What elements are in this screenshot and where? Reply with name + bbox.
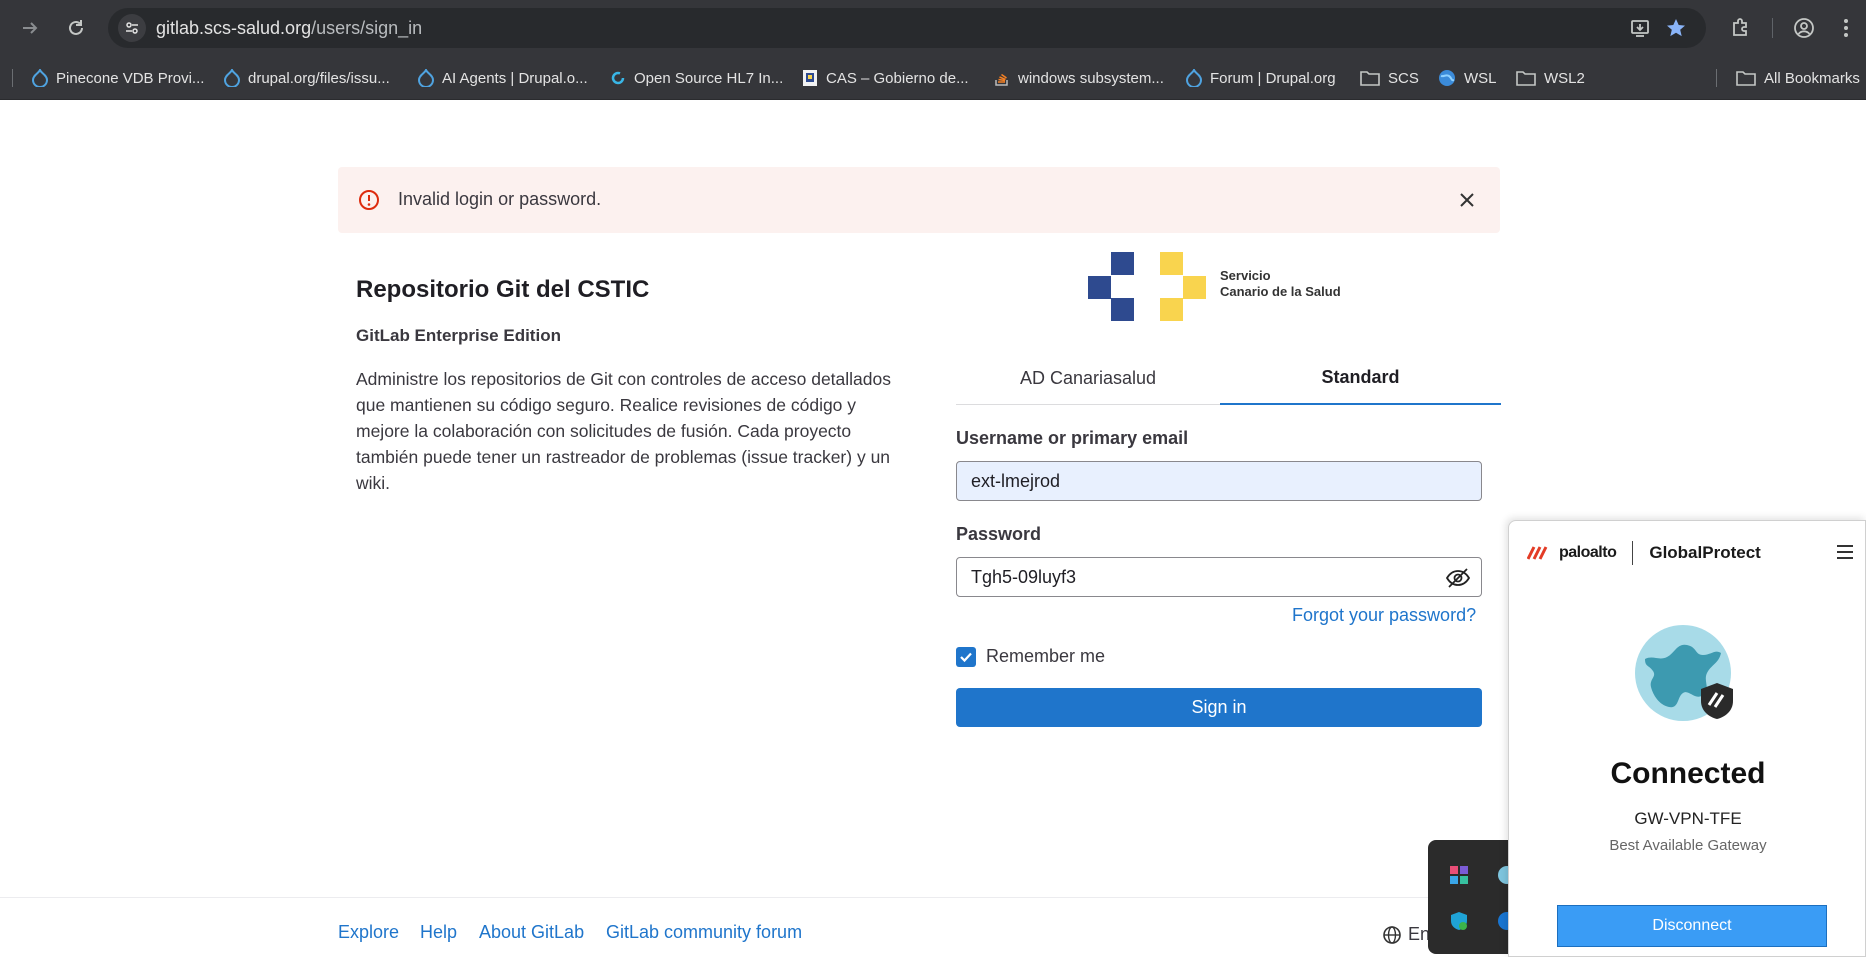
browser-menu-icon[interactable]: [1830, 12, 1862, 44]
profile-icon[interactable]: [1788, 12, 1820, 44]
logo-text: Servicio Canario de la Salud: [1220, 268, 1341, 299]
loop-icon: [611, 71, 625, 85]
bookmark-folder[interactable]: WSL2: [1516, 56, 1585, 100]
bookmarks-bar: Pinecone VDB Provi... drupal.org/files/i…: [0, 56, 1866, 100]
all-bookmarks-label: All Bookmarks: [1764, 69, 1860, 87]
drupal-icon: [418, 69, 434, 87]
eye-slash-icon[interactable]: [1445, 566, 1471, 590]
folder-icon: [1736, 71, 1756, 86]
password-label: Password: [956, 524, 1042, 544]
gateway-name: GW-VPN-TFE: [1634, 809, 1742, 828]
office-tray-icon[interactable]: [1448, 864, 1470, 886]
close-alert-button[interactable]: [1454, 187, 1480, 213]
gateway-subtitle: Best Available Gateway: [1609, 837, 1767, 854]
scs-logo: Servicio Canario de la Salud: [1088, 252, 1358, 324]
auth-tabs: AD Canariasalud Standard: [956, 352, 1501, 405]
sign-in-button[interactable]: Sign in: [956, 688, 1482, 727]
hamburger-menu-icon[interactable]: [1835, 543, 1855, 561]
site-info-icon[interactable]: [118, 14, 146, 42]
drupal-icon: [32, 69, 48, 87]
bookmark-label: windows subsystem...: [1018, 69, 1164, 87]
description: Administre los repositorios de Git con c…: [356, 369, 891, 493]
gp-brand: paloalto GlobalProtect: [1527, 541, 1761, 565]
checkmark-icon: [960, 652, 972, 662]
bookmark-label: WSL: [1464, 69, 1497, 87]
remember-label: Remember me: [986, 646, 1106, 666]
connection-status: Connected: [1610, 757, 1766, 790]
bookmark-item[interactable]: AI Agents | Drupal.o...: [418, 56, 588, 100]
username-field[interactable]: ext-lmejrod: [956, 461, 1482, 501]
tab-ad-canariasalud[interactable]: AD Canariasalud: [956, 352, 1220, 405]
stackoverflow-icon: [995, 73, 1008, 86]
bookmark-label: AI Agents | Drupal.o...: [442, 69, 588, 87]
error-alert: Invalid login or password.: [338, 167, 1500, 233]
globe-icon: [1383, 925, 1401, 944]
bookmark-label: Open Source HL7 In...: [634, 69, 784, 87]
remember-checkbox[interactable]: [956, 646, 976, 667]
bookmark-label: Pinecone VDB Provi...: [56, 69, 205, 87]
security-shield-icon[interactable]: [1448, 910, 1470, 932]
drupal-icon: [224, 69, 240, 87]
bookmark-item[interactable]: WSL: [1438, 56, 1497, 100]
reload-icon[interactable]: [60, 12, 92, 44]
bookmark-item[interactable]: Open Source HL7 In...: [610, 56, 783, 100]
bookmark-label: WSL2: [1544, 69, 1585, 87]
footer-link-help[interactable]: Help: [420, 922, 457, 943]
tab-standard[interactable]: Standard: [1220, 352, 1501, 405]
drupal-icon: [1186, 69, 1202, 87]
password-field[interactable]: Tgh5-09luyf3: [956, 557, 1482, 597]
bookmark-folder[interactable]: SCS: [1360, 56, 1419, 100]
close-icon: [1460, 193, 1474, 207]
intro-panel: Repositorio Git del CSTIC GitLab Enterpr…: [356, 276, 896, 496]
edition-label: GitLab Enterprise Edition: [356, 326, 561, 345]
forward-icon[interactable]: [14, 12, 46, 44]
bookmark-label: SCS: [1388, 69, 1419, 87]
disconnect-button[interactable]: Disconnect: [1557, 905, 1827, 947]
folder-icon: [1516, 71, 1536, 86]
bookmark-item[interactable]: drupal.org/files/issu...: [224, 56, 390, 100]
username-label: Username or primary email: [956, 428, 1189, 448]
globalprotect-panel: paloalto GlobalProtect Connected GW-VPN-…: [1508, 520, 1866, 957]
page-title: Repositorio Git del CSTIC: [356, 276, 650, 303]
bookmark-item[interactable]: CAS – Gobierno de...: [802, 56, 969, 100]
error-icon: [359, 190, 379, 210]
bookmark-star-icon[interactable]: [1660, 12, 1692, 44]
footer-link-explore[interactable]: Explore: [338, 922, 399, 943]
folder-icon: [1360, 71, 1380, 86]
globe-icon: [1439, 70, 1455, 86]
remember-me[interactable]: Remember me: [956, 646, 1105, 667]
bookmark-item[interactable]: Forum | Drupal.org: [1186, 56, 1336, 100]
language-selector[interactable]: En: [1382, 924, 1430, 945]
extensions-icon[interactable]: [1724, 12, 1756, 44]
paloalto-logo-icon: [1527, 546, 1548, 560]
footer-link-about[interactable]: About GitLab: [479, 922, 584, 943]
bookmark-item[interactable]: Pinecone VDB Provi...: [32, 56, 204, 100]
install-app-icon[interactable]: [1624, 12, 1656, 44]
alert-message: Invalid login or password.: [398, 189, 602, 209]
forgot-password-link[interactable]: Forgot your password?: [1292, 605, 1476, 626]
bookmark-label: Forum | Drupal.org: [1210, 69, 1336, 87]
bookmark-label: CAS – Gobierno de...: [826, 69, 969, 87]
address-bar[interactable]: gitlab.scs-salud.org/users/sign_in: [108, 8, 1706, 48]
bookmark-item[interactable]: windows subsystem...: [994, 56, 1164, 100]
url-text: gitlab.scs-salud.org/users/sign_in: [156, 18, 423, 38]
globe-shield-icon: [1635, 625, 1733, 721]
coat-of-arms-icon: [803, 70, 817, 86]
bookmark-label: drupal.org/files/issu...: [248, 69, 390, 87]
browser-toolbar: gitlab.scs-salud.org/users/sign_in: [0, 0, 1866, 56]
all-bookmarks[interactable]: All Bookmarks: [1736, 56, 1860, 100]
footer-link-forum[interactable]: GitLab community forum: [606, 922, 802, 943]
